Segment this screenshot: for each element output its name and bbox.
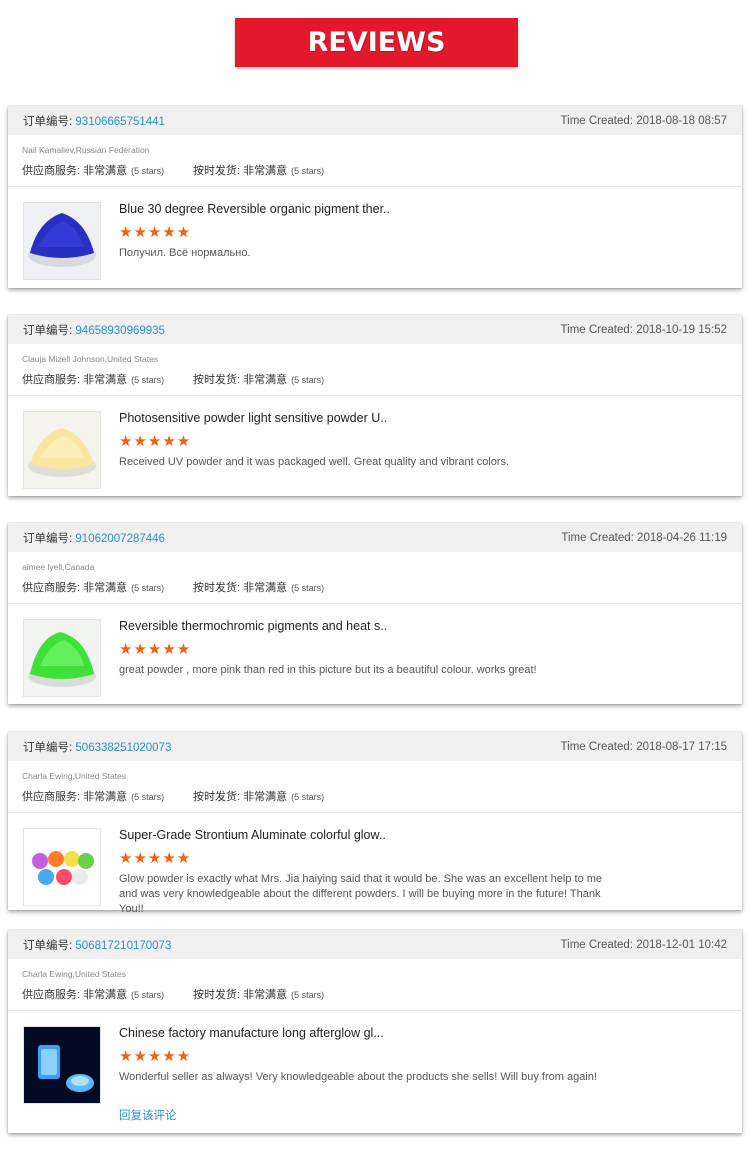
review-meta: Charla Ewing,United States 供应商服务: 非常满意 (5…	[8, 761, 742, 813]
shipping-label: 按时发货:	[193, 791, 241, 803]
review-card: 订单编号: 506817210170073 Time Created: 2018…	[8, 930, 742, 1133]
review-card: 订单编号: 91062007287446 Time Created: 2018-…	[8, 523, 742, 704]
time-label: Time Created:	[560, 323, 633, 336]
service-rating: 非常满意	[83, 165, 128, 177]
reviews-banner: REVIEWS	[235, 18, 518, 67]
shipping-label: 按时发货:	[193, 374, 241, 386]
review-header: 订单编号: 91062007287446 Time Created: 2018-…	[8, 523, 742, 552]
shipping-rating: 非常满意	[243, 989, 288, 1001]
buyer-name: Nail Kamaliev,Russian Federation	[22, 145, 150, 155]
review-card: 订单编号: 94658930969935 Time Created: 2018-…	[8, 315, 742, 496]
review-card: 订单编号: 93106665751441 Time Created: 2018-…	[8, 106, 742, 288]
review-card: 订单编号: 506338251020073 Time Created: 2018…	[8, 732, 742, 915]
time-label: Time Created:	[561, 531, 634, 544]
product-title-link[interactable]: Chinese factory manufacture long aftergl…	[119, 1026, 722, 1040]
order-number-link[interactable]: 94658930969935	[75, 325, 165, 337]
order-label: 订单编号:	[23, 532, 73, 545]
time-created: 2018-04-26 11:19	[637, 531, 727, 544]
service-stars: (5 stars)	[131, 166, 165, 176]
service-label: 供应商服务:	[22, 791, 81, 803]
banner-title: REVIEWS	[307, 27, 446, 58]
shipping-stars: (5 stars)	[291, 166, 325, 176]
reply-review-link[interactable]: 回复该评论	[119, 1107, 722, 1123]
service-stars: (5 stars)	[131, 990, 165, 1000]
review-comment: Glow powder is exactly what Mrs. Jia hai…	[119, 873, 603, 915]
order-number-link[interactable]: 93106665751441	[75, 116, 165, 128]
review-header: 订单编号: 506338251020073 Time Created: 2018…	[8, 732, 742, 761]
buyer-name: aimee lyell,Canada	[22, 562, 95, 572]
review-header: 订单编号: 506817210170073 Time Created: 2018…	[8, 930, 742, 959]
star-rating: ★★★★★	[119, 850, 192, 867]
service-label: 供应商服务:	[22, 582, 81, 594]
shipping-rating: 非常满意	[243, 374, 288, 386]
blue-pigment-image[interactable]	[23, 202, 101, 280]
product-title-link[interactable]: Super-Grade Strontium Aluminate colorful…	[119, 828, 722, 842]
review-comment: great powder , more pink than red in thi…	[119, 664, 537, 676]
buyer-name: Charla Ewing,United States	[22, 969, 126, 979]
time-created: 2018-08-18 08:57	[636, 114, 727, 127]
service-stars: (5 stars)	[131, 375, 165, 385]
order-label: 订单编号:	[23, 741, 73, 754]
star-rating: ★★★★★	[119, 224, 192, 241]
service-stars: (5 stars)	[131, 792, 165, 802]
shipping-label: 按时发货:	[193, 165, 241, 177]
review-meta: aimee lyell,Canada 供应商服务: 非常满意 (5 stars) …	[8, 552, 742, 604]
review-meta: Charla Ewing,United States 供应商服务: 非常满意 (5…	[8, 959, 742, 1011]
yellow-powder-image[interactable]	[23, 411, 101, 489]
shipping-stars: (5 stars)	[291, 583, 325, 593]
time-created: 2018-12-01 10:42	[636, 938, 727, 951]
shipping-rating: 非常满意	[243, 165, 288, 177]
review-comment: Получил. Всё нормально.	[119, 247, 251, 259]
colorful-glow-powders-image[interactable]	[23, 828, 101, 906]
service-rating: 非常满意	[83, 374, 128, 386]
service-stars: (5 stars)	[131, 583, 165, 593]
service-label: 供应商服务:	[22, 165, 81, 177]
order-label: 订单编号:	[23, 324, 73, 337]
shipping-stars: (5 stars)	[291, 990, 325, 1000]
order-number-link[interactable]: 506817210170073	[75, 940, 171, 952]
star-rating: ★★★★★	[119, 641, 192, 658]
shipping-label: 按时发货:	[193, 582, 241, 594]
product-title-link[interactable]: Photosensitive powder light sensitive po…	[119, 411, 722, 425]
time-label: Time Created:	[560, 114, 633, 127]
review-comment: Wonderful seller as always! Very knowled…	[119, 1071, 597, 1083]
service-rating: 非常满意	[83, 582, 128, 594]
review-meta: Nail Kamaliev,Russian Federation 供应商服务: …	[8, 135, 742, 187]
shipping-rating: 非常满意	[243, 791, 288, 803]
service-rating: 非常满意	[83, 791, 128, 803]
service-label: 供应商服务:	[22, 374, 81, 386]
star-rating: ★★★★★	[119, 1048, 192, 1065]
blue-glow-image[interactable]	[23, 1026, 101, 1104]
green-pigment-image[interactable]	[23, 619, 101, 697]
shipping-rating: 非常满意	[243, 582, 288, 594]
product-title-link[interactable]: Reversible thermochromic pigments and he…	[119, 619, 722, 633]
shipping-stars: (5 stars)	[291, 375, 325, 385]
buyer-name: Clauja Mizell Johnson,United States	[22, 354, 159, 364]
product-title-link[interactable]: Blue 30 degree Reversible organic pigmen…	[119, 202, 722, 216]
service-rating: 非常满意	[83, 989, 128, 1001]
review-comment: Received UV powder and it was packaged w…	[119, 456, 510, 468]
order-label: 订单编号:	[23, 939, 73, 952]
order-label: 订单编号:	[23, 115, 73, 128]
time-created: 2018-10-19 15:52	[636, 323, 727, 336]
star-rating: ★★★★★	[119, 433, 192, 450]
shipping-label: 按时发货:	[193, 989, 241, 1001]
buyer-name: Charla Ewing,United States	[22, 771, 126, 781]
shipping-stars: (5 stars)	[291, 792, 325, 802]
review-header: 订单编号: 93106665751441 Time Created: 2018-…	[8, 106, 742, 135]
time-created: 2018-08-17 17:15	[636, 740, 727, 753]
order-number-link[interactable]: 506338251020073	[75, 742, 171, 754]
review-header: 订单编号: 94658930969935 Time Created: 2018-…	[8, 315, 742, 344]
service-label: 供应商服务:	[22, 989, 81, 1001]
order-number-link[interactable]: 91062007287446	[75, 533, 165, 545]
time-label: Time Created:	[560, 740, 633, 753]
review-meta: Clauja Mizell Johnson,United States 供应商服…	[8, 344, 742, 396]
time-label: Time Created:	[560, 938, 633, 951]
